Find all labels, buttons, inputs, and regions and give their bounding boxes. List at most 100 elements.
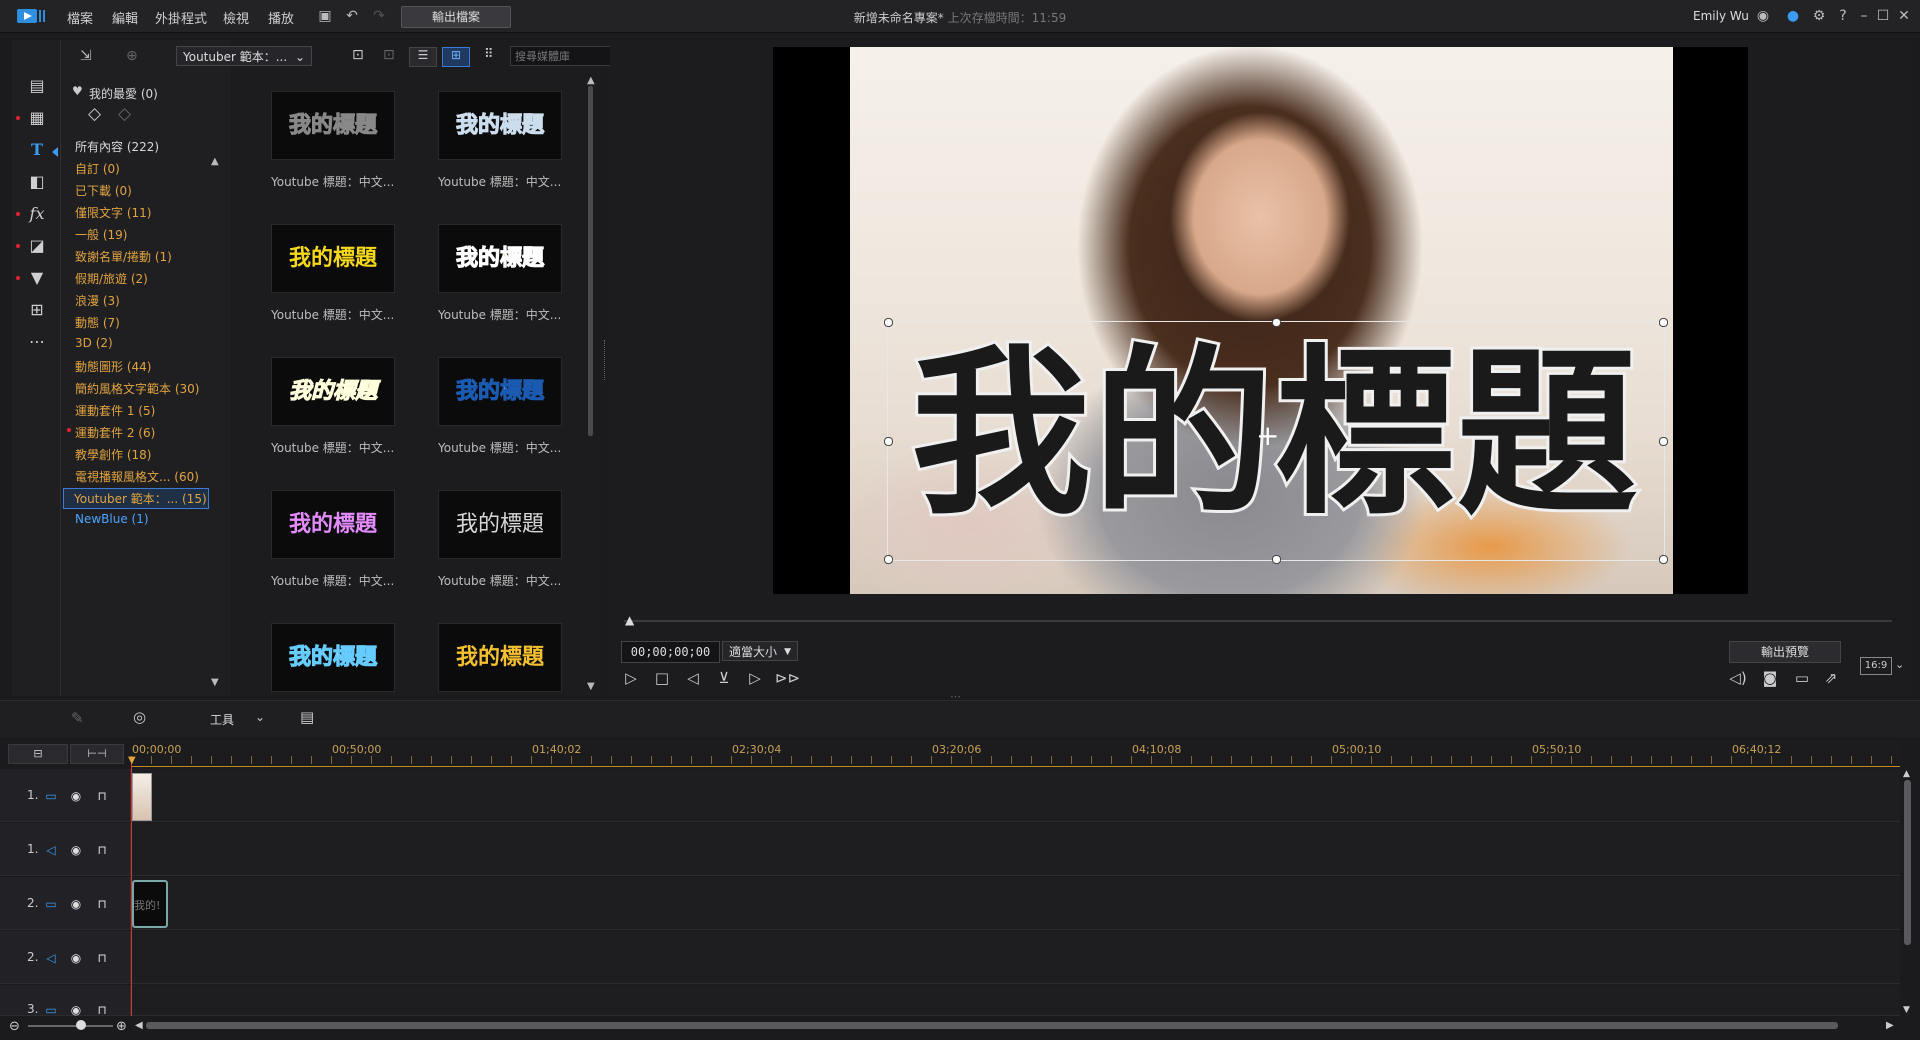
fit-size-dropdown[interactable]: 適當大小 ▼ xyxy=(722,641,798,661)
zoom-out-icon[interactable]: ⊖ xyxy=(9,1019,20,1034)
scroll-down-arrow[interactable]: ▼ xyxy=(211,677,219,688)
resize-handle[interactable] xyxy=(884,318,893,327)
tools-menu[interactable]: 工具 xyxy=(210,711,234,728)
library-search-input[interactable] xyxy=(510,46,612,66)
remove-tag-icon[interactable]: ◇ xyxy=(118,104,131,124)
menu-view[interactable]: 檢視 xyxy=(223,8,249,27)
subtitle-track-icon[interactable]: ▤ xyxy=(300,708,314,726)
eye-icon[interactable]: ◉ xyxy=(68,789,84,803)
eye-icon[interactable]: ◉ xyxy=(68,897,84,911)
library-filter-dropdown[interactable]: Youtuber 範本：... ⌄ xyxy=(176,46,312,66)
mode-dial-icon[interactable]: ◎ xyxy=(133,708,146,726)
panel-splitter[interactable] xyxy=(604,340,607,380)
menu-playback[interactable]: 播放 xyxy=(268,8,294,27)
scroll-up-arrow[interactable]: ▲ xyxy=(587,75,595,86)
produce-preview-button[interactable]: 輸出預覽 xyxy=(1729,641,1841,663)
track-audio-2[interactable] xyxy=(0,931,1900,984)
stop-icon[interactable]: □ xyxy=(651,667,673,689)
playhead[interactable] xyxy=(131,760,132,1030)
title-template-thumb[interactable]: 我的標題 xyxy=(271,490,395,559)
volume-icon[interactable]: ◁) xyxy=(1727,667,1749,689)
undock-icon[interactable]: ⇗ xyxy=(1820,667,1842,689)
category-item[interactable]: 運動套件 2 (6) xyxy=(75,424,155,441)
title-template-thumb[interactable]: 我的標題 xyxy=(271,91,395,160)
minimize-icon[interactable]: – xyxy=(1855,7,1873,25)
library-scrollbar[interactable] xyxy=(588,86,593,436)
template-room-icon[interactable]: ▦ xyxy=(16,105,50,131)
title-template-thumb[interactable]: 我的標題 xyxy=(438,224,562,293)
title-template-thumb[interactable]: 我的標題 xyxy=(271,224,395,293)
play-icon[interactable]: ▷ xyxy=(620,667,642,689)
resize-handle[interactable] xyxy=(1659,318,1668,327)
eye-icon[interactable]: ◉ xyxy=(68,843,84,857)
lock-icon[interactable]: ⊓ xyxy=(94,843,110,857)
resize-handle[interactable] xyxy=(884,555,893,564)
category-item[interactable]: 致謝名單/捲動 (1) xyxy=(75,248,172,265)
previous-frame-icon[interactable]: ◁ xyxy=(682,667,704,689)
gear-icon[interactable]: ⚙ xyxy=(1810,7,1828,25)
scroll-up-arrow[interactable]: ▲ xyxy=(211,156,219,167)
import-icon[interactable]: ⇲ xyxy=(80,48,92,64)
details-view-icon[interactable]: ☰ xyxy=(409,47,437,67)
scroll-down-arrow[interactable]: ▼ xyxy=(1903,1005,1910,1015)
undo-icon[interactable]: ↶ xyxy=(343,7,361,25)
resize-handle[interactable] xyxy=(1659,555,1668,564)
title-template-thumb[interactable]: 我的標題 xyxy=(438,357,562,426)
title-template-thumb[interactable]: 我的標題 xyxy=(271,357,395,426)
transition-room-icon[interactable]: ◧ xyxy=(24,169,50,195)
playhead-marker[interactable]: ▼ xyxy=(128,755,136,766)
resize-handle[interactable] xyxy=(1272,318,1281,327)
track-video-1[interactable] xyxy=(0,769,1900,822)
scroll-left-arrow[interactable]: ◀ xyxy=(135,1020,143,1031)
category-item[interactable]: 動態圖形 (44) xyxy=(75,358,151,375)
subtitle-icon[interactable]: ▭ xyxy=(1791,667,1813,689)
menu-file[interactable]: 檔案 xyxy=(67,8,93,27)
lock-icon[interactable]: ⊓ xyxy=(94,951,110,965)
category-item[interactable]: 運動套件 1 (5) xyxy=(75,402,155,419)
eye-icon[interactable]: ◉ xyxy=(68,951,84,965)
particle-room-icon[interactable]: ▼ xyxy=(16,265,50,291)
category-item[interactable]: NewBlue (1) xyxy=(75,512,149,526)
add-tag-icon[interactable]: ◇ xyxy=(88,104,101,124)
new-title-icon[interactable]: ⊡ xyxy=(352,47,364,63)
timeline-horizontal-scrollbar[interactable] xyxy=(146,1022,1838,1029)
category-item[interactable]: 已下載 (0) xyxy=(75,182,132,199)
save-icon[interactable]: ▣ xyxy=(316,7,334,25)
category-item[interactable]: 假期/旅遊 (2) xyxy=(75,270,148,287)
lock-icon[interactable]: ⊓ xyxy=(94,897,110,911)
category-item[interactable]: 電視播報風格文... (60) xyxy=(75,468,199,485)
menu-plugins[interactable]: 外掛程式 xyxy=(155,8,207,27)
category-item[interactable]: 僅限文字 (11) xyxy=(75,204,151,221)
scroll-up-arrow[interactable]: ▲ xyxy=(1903,769,1910,779)
produce-button[interactable]: 輸出檔案 xyxy=(401,6,511,28)
zoom-slider-thumb[interactable] xyxy=(76,1020,86,1030)
more-icon[interactable]: ⋯ xyxy=(24,329,50,355)
title-clip[interactable]: 我的! xyxy=(132,880,168,928)
resize-handle[interactable] xyxy=(1659,437,1668,446)
track-video-2[interactable] xyxy=(0,877,1900,930)
snapshot-icon[interactable]: ◙ xyxy=(1759,667,1781,689)
category-item[interactable]: 所有內容 (222) xyxy=(75,138,159,155)
chevron-down-icon[interactable]: ⌄ xyxy=(255,710,265,724)
title-template-thumb[interactable]: 我的標題 xyxy=(438,490,562,559)
timecode-display[interactable]: 00;00;00;00 xyxy=(621,641,720,663)
track-audio-1[interactable] xyxy=(0,823,1900,876)
fx-room-icon[interactable]: fx xyxy=(16,201,50,227)
next-frame-icon[interactable]: ▷ xyxy=(744,667,766,689)
track-manager-button[interactable]: ⊟ xyxy=(8,744,68,764)
title-template-thumb[interactable]: 我的標題 xyxy=(438,623,562,692)
scroll-down-arrow[interactable]: ▼ xyxy=(587,681,595,692)
notification-icon[interactable]: ● xyxy=(1784,7,1802,25)
redo-icon[interactable]: ↷ xyxy=(370,7,388,25)
resize-handle[interactable] xyxy=(884,437,893,446)
pip-room-icon[interactable]: ◪ xyxy=(16,233,50,259)
maximize-icon[interactable]: ☐ xyxy=(1874,7,1892,25)
category-item[interactable]: 自訂 (0) xyxy=(75,160,120,177)
mask-room-icon[interactable]: ⊞ xyxy=(24,297,50,323)
preview-scrubber[interactable] xyxy=(624,620,1892,622)
small-grid-icon[interactable]: ⠿ xyxy=(484,47,494,62)
help-icon[interactable]: ? xyxy=(1834,7,1852,25)
chevron-down-icon[interactable]: ⌄ xyxy=(1895,658,1904,671)
resize-handle[interactable] xyxy=(1272,555,1281,564)
zoom-in-icon[interactable]: ⊕ xyxy=(116,1019,127,1034)
